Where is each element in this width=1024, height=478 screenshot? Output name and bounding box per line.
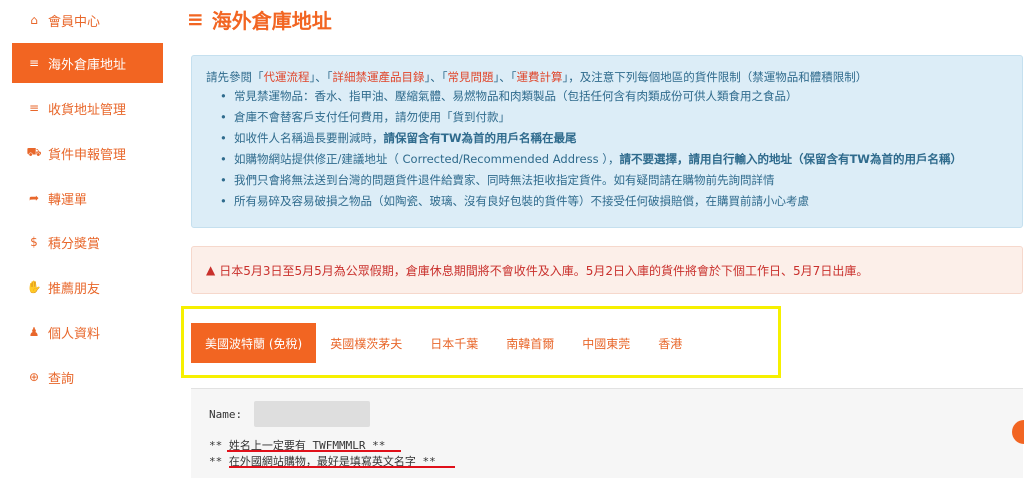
lead-separator: 」、「	[493, 70, 517, 84]
sidebar-item-points-reward[interactable]: $ 積分獎賞	[12, 222, 163, 262]
list-item-text: 如收件人名稱過長要刪減時，	[234, 131, 384, 145]
main-content: ≡ 海外倉庫地址 請先參閱「代運流程」、「詳細禁運產品目錄」、「常見問題」、「運…	[163, 0, 1024, 478]
page-title-text: 海外倉庫地址	[211, 8, 332, 33]
sidebar-item-label: 海外倉庫地址	[48, 57, 127, 73]
tab-us-portland[interactable]: 美國波特蘭 (免稅)	[191, 323, 317, 363]
cart-icon: ⛟	[26, 145, 42, 159]
lead-text: 請先參閱「	[206, 70, 264, 84]
sidebar-item-profile[interactable]: ♟ 個人資料	[12, 312, 163, 352]
list-item-emphasis: 請不要選擇，請用自行輸入的地址（保留含有TW為首的用戶名稱）	[619, 152, 962, 166]
red-underline	[229, 466, 455, 468]
warning-icon: ▲	[206, 263, 216, 277]
link-shipping-process[interactable]: 代運流程	[264, 70, 310, 84]
lifebuoy-icon: ⊕	[28, 370, 40, 384]
sidebar-item-label: 個人資料	[48, 326, 101, 342]
list-icon: ≡	[187, 7, 204, 31]
tab-china-dongguan[interactable]: 中國東莞	[568, 323, 644, 363]
list-item: 倉庫不會替客戶支付任何費用，請勿使用「貨到付款」	[206, 107, 1008, 128]
thumbs-up-icon: ✋	[26, 280, 42, 294]
lead-text: 」，及注意下列每個地區的貨件限制（禁運物品和體積限制）	[562, 70, 868, 84]
page-title: ≡ 海外倉庫地址	[187, 6, 332, 33]
red-underline	[227, 450, 401, 452]
list-icon: ≡	[28, 101, 40, 115]
list-item-text: 我們只會將無法送到台灣的問題貨件退件給賣家、同時無法拒收指定貨件。如有疑問請在購…	[234, 173, 775, 187]
home-icon: ⌂	[30, 13, 38, 27]
lead-separator: 」、「	[424, 70, 448, 84]
sidebar-item-label: 推薦朋友	[48, 281, 101, 297]
sidebar: ⌂ 會員中心 ≡ 海外倉庫地址 ≡ 收貨地址管理 ⛟ 貨件申報管理 ➦ 轉運單 …	[0, 0, 163, 478]
sidebar-item-label: 積分獎賞	[48, 236, 101, 252]
lead-separator: 」、「	[309, 70, 333, 84]
list-item: 如收件人名稱過長要刪減時，請保留含有TW為首的用戶名稱在最尾	[206, 128, 1008, 149]
warehouse-tabs: 美國波特蘭 (免稅) 英國樸茨茅夫 日本千葉 南韓首爾 中國東莞 香港	[191, 323, 696, 363]
sidebar-item-label: 收貨地址管理	[48, 102, 127, 118]
list-item: 所有易碎及容易破損之物品（如陶瓷、玻璃、沒有良好包裝的貨件等）不接受任何破損賠償…	[206, 191, 1008, 212]
list-item-text: 倉庫不會替客戶支付任何費用，請勿使用「貨到付款」	[234, 110, 510, 124]
sidebar-item-label: 會員中心	[48, 14, 101, 30]
sidebar-item-refer-friends[interactable]: ✋ 推薦朋友	[12, 267, 163, 307]
holiday-alert: ▲ 日本5月3日至5月5月為公眾假期，倉庫休息期間將不會收件及入庫。5月2日入庫…	[191, 246, 1023, 294]
alert-text: 日本5月3日至5月5月為公眾假期，倉庫休息期間將不會收件及入庫。5月2日入庫的貨…	[219, 263, 869, 278]
name-value-redacted	[254, 401, 371, 427]
tab-hong-kong[interactable]: 香港	[644, 323, 696, 363]
sidebar-item-label: 轉運單	[48, 192, 88, 208]
tab-korea-seoul[interactable]: 南韓首爾	[492, 323, 568, 363]
sidebar-item-shipment-declaration[interactable]: ⛟ 貨件申報管理	[12, 133, 163, 173]
name-label: Name:	[209, 407, 243, 421]
list-item: 如購物網站提供修正/建議地址（ Corrected/Recommended Ad…	[206, 149, 1008, 170]
tab-japan-chiba[interactable]: 日本千葉	[416, 323, 492, 363]
sidebar-item-label: 貨件申報管理	[48, 147, 127, 163]
link-shipping-calculator[interactable]: 運費計算	[517, 70, 563, 84]
notice-list: 常見禁運物品：香水、指甲油、壓縮氣體、易燃物品和肉類製品（包括任何含有肉類成份可…	[206, 86, 1008, 212]
list-icon: ≡	[28, 56, 40, 70]
share-arrow-icon: ➦	[28, 191, 40, 205]
list-item: 常見禁運物品：香水、指甲油、壓縮氣體、易燃物品和肉類製品（包括任何含有肉類成份可…	[206, 86, 1008, 107]
dollar-icon: $	[30, 235, 38, 249]
list-item-text: 如購物網站提供修正/建議地址（ Corrected/Recommended Ad…	[234, 152, 620, 166]
list-item: 我們只會將無法送到台灣的問題貨件退件給賣家、同時無法拒收指定貨件。如有疑問請在購…	[206, 170, 1008, 191]
list-item-emphasis: 請保留含有TW為首的用戶名稱在最尾	[383, 131, 577, 145]
page-root: ⌂ 會員中心 ≡ 海外倉庫地址 ≡ 收貨地址管理 ⛟ 貨件申報管理 ➦ 轉運單 …	[0, 0, 1024, 478]
list-item-text: 常見禁運物品：香水、指甲油、壓縮氣體、易燃物品和肉類製品（包括任何含有肉類成份可…	[234, 89, 798, 103]
notice-lead: 請先參閱「代運流程」、「詳細禁運產品目錄」、「常見問題」、「運費計算」，及注意下…	[206, 68, 1008, 86]
sidebar-item-label: 查詢	[48, 371, 75, 387]
list-item-text: 所有易碎及容易破損之物品（如陶瓷、玻璃、沒有良好包裝的貨件等）不接受任何破損賠償…	[234, 194, 809, 208]
sidebar-item-overseas-warehouse[interactable]: ≡ 海外倉庫地址	[12, 43, 163, 83]
link-faq[interactable]: 常見問題	[448, 70, 494, 84]
link-prohibited-items[interactable]: 詳細禁運產品目錄	[333, 70, 425, 84]
notice-info-box: 請先參閱「代運流程」、「詳細禁運產品目錄」、「常見問題」、「運費計算」，及注意下…	[191, 55, 1023, 228]
sidebar-item-member-center[interactable]: ⌂ 會員中心	[12, 0, 163, 40]
address-panel: Name: ** 姓名上一定要有 TWFMMMLR ** ** 在外國網站購物，…	[191, 388, 1023, 478]
sidebar-item-forwarding-order[interactable]: ➦ 轉運單	[12, 178, 163, 218]
user-icon: ♟	[28, 325, 40, 339]
tab-uk-portsmouth[interactable]: 英國樸茨茅夫	[316, 323, 416, 363]
sidebar-item-address-management[interactable]: ≡ 收貨地址管理	[12, 88, 163, 128]
name-row: Name:	[209, 401, 371, 427]
sidebar-item-inquiry[interactable]: ⊕ 查詢	[12, 357, 163, 397]
